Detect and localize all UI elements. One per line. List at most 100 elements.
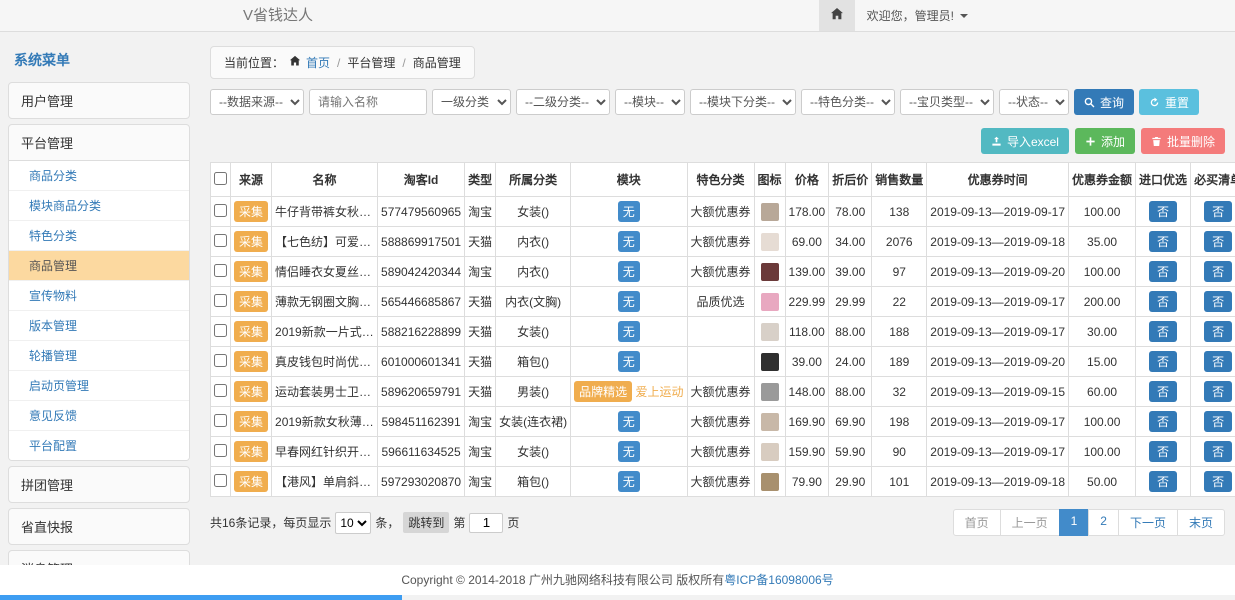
row-checkbox[interactable]	[214, 414, 227, 427]
home-button[interactable]	[819, 0, 855, 31]
pager-button[interactable]: 上一页	[1000, 509, 1060, 536]
must-buy-toggle-button[interactable]: 否	[1204, 381, 1232, 402]
icon-cell	[754, 257, 785, 287]
must-buy-toggle-button[interactable]: 否	[1204, 351, 1232, 372]
import-toggle-button[interactable]: 否	[1149, 441, 1177, 462]
row-checkbox[interactable]	[214, 204, 227, 217]
reset-button[interactable]: 重置	[1139, 89, 1199, 115]
must-buy-toggle-button[interactable]: 否	[1204, 201, 1232, 222]
item-type-select[interactable]: --宝贝类型--	[900, 89, 994, 115]
batch-delete-button[interactable]: 批量删除	[1141, 128, 1225, 154]
sidebar-item[interactable]: 平台管理	[9, 125, 189, 160]
feature-category: 品质优选	[687, 287, 754, 317]
import-toggle-button[interactable]: 否	[1149, 471, 1177, 492]
sidebar-subitem[interactable]: 轮播管理	[9, 341, 189, 371]
search-button[interactable]: 查询	[1074, 89, 1134, 115]
sidebar-item[interactable]: 用户管理	[9, 83, 189, 118]
data-source-select[interactable]: --数据来源--	[210, 89, 304, 115]
sidebar-subitem[interactable]: 商品分类	[9, 161, 189, 191]
import-toggle-button[interactable]: 否	[1149, 351, 1177, 372]
icp-link[interactable]: 粤ICP备16098006号	[724, 573, 833, 587]
must-buy-toggle-button[interactable]: 否	[1204, 471, 1232, 492]
import-toggle-button[interactable]: 否	[1149, 261, 1177, 282]
row-checkbox[interactable]	[214, 384, 227, 397]
pagination-summary: 共16条记录，每页显示 10 条， 跳转到 第 页	[210, 512, 519, 534]
module-select[interactable]: --模块--	[615, 89, 685, 115]
add-button[interactable]: 添加	[1075, 128, 1135, 154]
discount-price: 29.99	[829, 287, 872, 317]
must-buy-cell: 否	[1191, 377, 1235, 407]
sidebar-menu: 用户管理平台管理商品分类模块商品分类特色分类商品管理宣传物料版本管理轮播管理启动…	[8, 82, 190, 600]
coupon-time: 2019-09-13—2019-09-17	[927, 317, 1069, 347]
taoke-id: 596611634525	[378, 437, 465, 467]
must-buy-toggle-button[interactable]: 否	[1204, 321, 1232, 342]
sidebar-subitem[interactable]: 特色分类	[9, 221, 189, 251]
must-buy-toggle-button[interactable]: 否	[1204, 291, 1232, 312]
sales-count: 101	[872, 467, 927, 497]
source-badge: 采集	[234, 351, 268, 372]
sidebar-subitem[interactable]: 模块商品分类	[9, 191, 189, 221]
must-buy-toggle-button[interactable]: 否	[1204, 411, 1232, 432]
must-buy-toggle-button[interactable]: 否	[1204, 261, 1232, 282]
import-toggle-button[interactable]: 否	[1149, 231, 1177, 252]
must-buy-toggle-button[interactable]: 否	[1204, 441, 1232, 462]
must-buy-toggle-button[interactable]: 否	[1204, 231, 1232, 252]
import-excel-button[interactable]: 导入excel	[981, 128, 1069, 154]
feature-category: 大额优惠券	[687, 197, 754, 227]
sidebar-subitem[interactable]: 启动页管理	[9, 371, 189, 401]
product-name: 【港风】单肩斜挎链条...	[272, 467, 378, 497]
import-toggle-button[interactable]: 否	[1149, 411, 1177, 432]
pager-button[interactable]: 1	[1059, 509, 1090, 536]
sidebar-subitem[interactable]: 版本管理	[9, 311, 189, 341]
import-toggle-button[interactable]: 否	[1149, 201, 1177, 222]
row-checkbox[interactable]	[214, 474, 227, 487]
sidebar-subitem[interactable]: 意见反馈	[9, 401, 189, 431]
source-cell: 采集	[231, 467, 272, 497]
plus-icon	[1085, 136, 1096, 147]
import-toggle-button[interactable]: 否	[1149, 321, 1177, 342]
horizontal-scrollbar-thumb[interactable]	[0, 595, 402, 600]
level1-category-select[interactable]: 一级分类	[432, 89, 511, 115]
row-checkbox[interactable]	[214, 294, 227, 307]
coupon-time: 2019-09-13—2019-09-17	[927, 197, 1069, 227]
page-number-input[interactable]	[469, 513, 503, 533]
sidebar-item[interactable]: 省直快报	[9, 509, 189, 544]
jump-to-button[interactable]: 跳转到	[403, 512, 449, 533]
table-row: 采集情侣睡衣女夏丝绸男士...589042420344淘宝内衣()无大额优惠券1…	[211, 257, 1235, 287]
sales-count: 2076	[872, 227, 927, 257]
row-checkbox[interactable]	[214, 444, 227, 457]
must-buy-cell: 否	[1191, 407, 1235, 437]
row-checkbox[interactable]	[214, 264, 227, 277]
breadcrumb-home-link[interactable]: 首页	[306, 54, 330, 71]
row-checkbox[interactable]	[214, 234, 227, 247]
pager-button[interactable]: 下一页	[1118, 509, 1178, 536]
pager-button[interactable]: 2	[1088, 509, 1119, 536]
module-subcategory-select[interactable]: --模块下分类--	[690, 89, 796, 115]
row-checkbox-cell	[211, 257, 231, 287]
row-checkbox[interactable]	[214, 354, 227, 367]
product-name: 早春网红针织开衫女春...	[272, 437, 378, 467]
pager-button[interactable]: 首页	[953, 509, 1001, 536]
level2-category-select[interactable]: --二级分类--	[516, 89, 610, 115]
source-cell: 采集	[231, 317, 272, 347]
sidebar-item[interactable]: 拼团管理	[9, 467, 189, 502]
import-toggle-button[interactable]: 否	[1149, 381, 1177, 402]
name-input[interactable]	[309, 89, 427, 115]
import-choice-cell: 否	[1136, 407, 1191, 437]
sidebar-group: 拼团管理	[8, 466, 190, 503]
feature-category-select[interactable]: --特色分类--	[801, 89, 895, 115]
sidebar-subitem[interactable]: 商品管理	[9, 251, 189, 281]
user-dropdown[interactable]: 欢迎您，管理员!	[855, 0, 980, 31]
per-page-select[interactable]: 10	[335, 512, 371, 534]
sidebar-subitem[interactable]: 宣传物料	[9, 281, 189, 311]
sidebar-subitem[interactable]: 平台配置	[9, 431, 189, 460]
taoke-id: 597293020870	[378, 467, 465, 497]
status-select[interactable]: --状态--	[999, 89, 1069, 115]
site-footer: Copyright © 2014-2018 广州九驰网络科技有限公司 版权所有粤…	[0, 565, 1235, 595]
import-toggle-button[interactable]: 否	[1149, 291, 1177, 312]
select-all-checkbox[interactable]	[214, 172, 227, 185]
column-header: 名称	[272, 163, 378, 197]
copyright-text: Copyright © 2014-2018 广州九驰网络科技有限公司 版权所有	[401, 573, 724, 587]
pager-button[interactable]: 末页	[1177, 509, 1225, 536]
row-checkbox[interactable]	[214, 324, 227, 337]
